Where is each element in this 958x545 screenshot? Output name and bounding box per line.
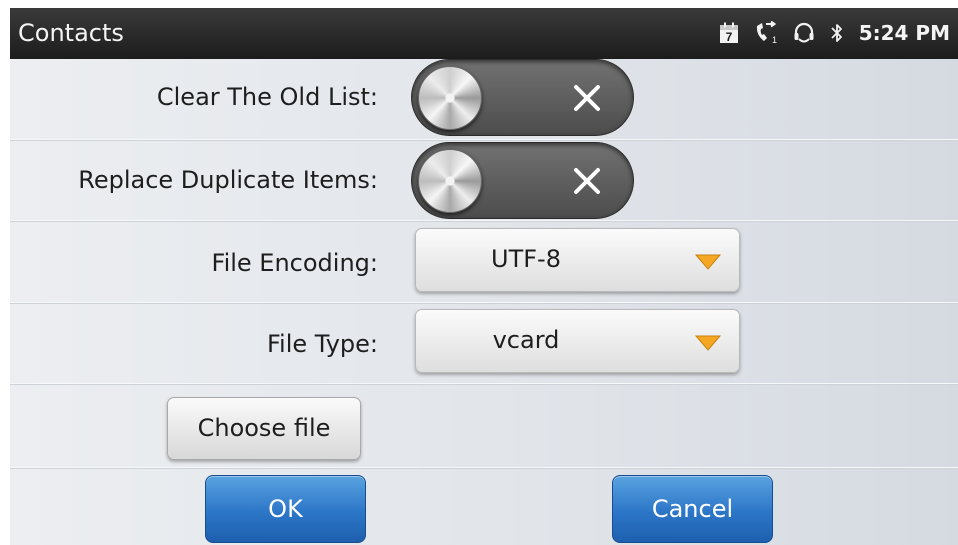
row-divider [10, 467, 958, 469]
row-divider [10, 220, 958, 222]
call-forward-icon: 1 [753, 20, 779, 45]
cancel-button[interactable]: Cancel [612, 475, 773, 543]
file-encoding-label: File Encoding: [211, 249, 378, 277]
status-clock: 5:24 PM [858, 21, 950, 45]
row-divider [10, 383, 958, 385]
ok-button[interactable]: OK [205, 475, 366, 543]
close-icon [573, 167, 601, 195]
chevron-down-icon [694, 254, 722, 270]
row-divider [10, 139, 958, 141]
row-divider [10, 302, 958, 304]
close-icon [573, 84, 601, 112]
replace-duplicates-label: Replace Duplicate Items: [78, 166, 378, 194]
import-contacts-form: Clear The Old List: Replace Duplicate It… [10, 59, 958, 545]
toggle-knob[interactable] [418, 66, 482, 130]
chevron-down-icon [694, 335, 722, 351]
toggle-knob[interactable] [418, 149, 482, 213]
app-title: Contacts [18, 19, 124, 47]
replace-duplicates-toggle[interactable] [411, 142, 634, 219]
clear-old-list-toggle[interactable] [411, 59, 634, 136]
file-type-label: File Type: [267, 330, 378, 358]
svg-text:1: 1 [772, 35, 777, 45]
file-type-select[interactable]: vcard [415, 309, 740, 373]
calendar-icon: 7 [719, 22, 739, 44]
file-type-value: vcard [492, 326, 560, 354]
calendar-day: 7 [725, 30, 732, 44]
clear-old-list-label: Clear The Old List: [156, 83, 378, 111]
file-encoding-select[interactable]: UTF-8 [415, 228, 740, 292]
status-icons: 7 1 5:24 PM [719, 20, 950, 46]
status-bar: Contacts 7 1 5:24 PM [10, 8, 958, 59]
bluetooth-icon [829, 21, 845, 45]
choose-file-button[interactable]: Choose file [167, 397, 361, 460]
file-encoding-value: UTF-8 [491, 245, 561, 273]
headset-icon [793, 21, 815, 45]
